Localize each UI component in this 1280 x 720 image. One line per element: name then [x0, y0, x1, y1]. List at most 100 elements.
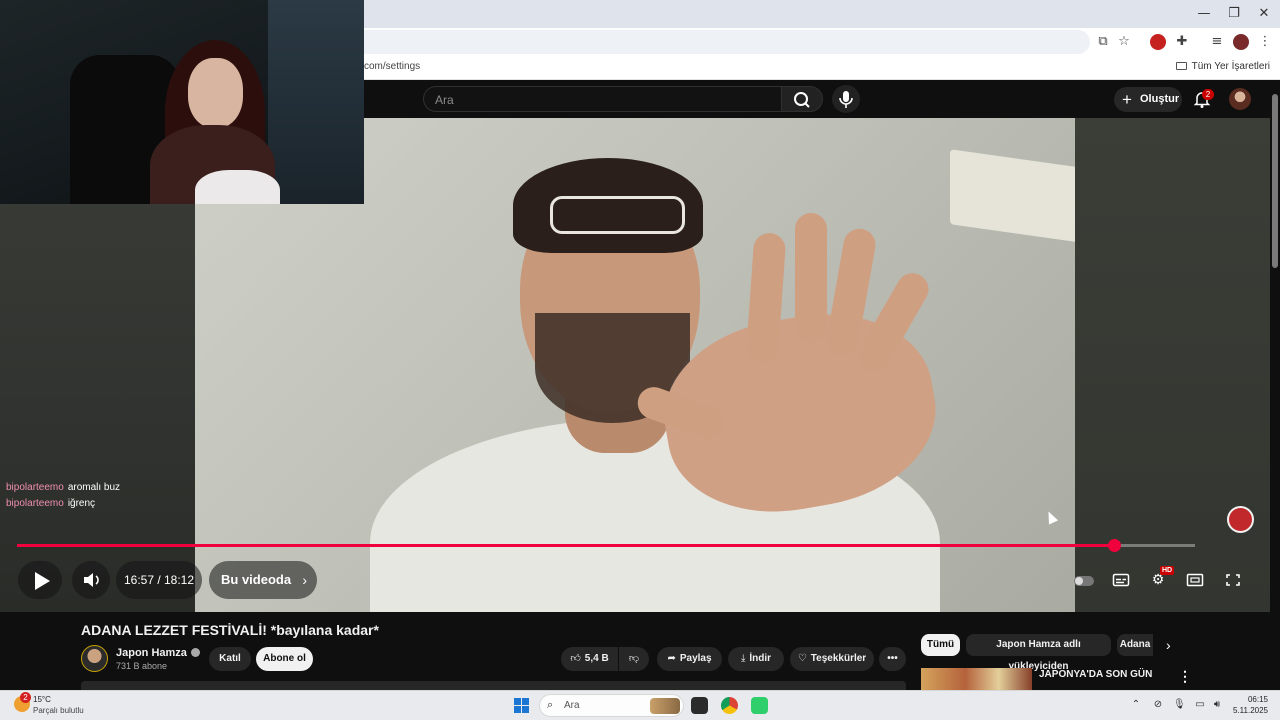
like-count: 5,4 B	[584, 653, 609, 664]
menu-kebab-icon[interactable]: ⋮	[1257, 34, 1273, 50]
search-icon: ⌕	[547, 698, 554, 711]
weather-alert-badge: 2	[20, 692, 31, 703]
minimize-button[interactable]: —	[1190, 4, 1218, 24]
search-icon	[794, 92, 810, 108]
progress-played	[17, 544, 1115, 547]
recommendation-thumbnail[interactable]	[921, 668, 1032, 690]
screen: — ❐ ✕ ⧉ ☆ ✚ ≡ ⋮ com/settings Tüm Yer İşa…	[0, 0, 1280, 720]
voice-search-button[interactable]	[832, 85, 860, 113]
clock-date: 5.11.2025	[1233, 706, 1268, 715]
subscribe-button[interactable]: Abone ol	[256, 647, 313, 671]
chevron-right-icon: ›	[302, 572, 307, 588]
account-avatar[interactable]	[1229, 88, 1251, 110]
display-icon[interactable]: ▭	[1194, 699, 1206, 711]
network-off-icon[interactable]: ⊘	[1152, 699, 1164, 711]
thanks-heart-icon: ♡	[797, 653, 807, 664]
folder-icon	[1175, 62, 1187, 70]
mute-button[interactable]	[72, 561, 110, 599]
media-control-icon[interactable]: ≡	[1209, 34, 1225, 50]
chat-message: bipolarteemo iğrenç	[6, 496, 120, 512]
thanks-button[interactable]: ♡ Teşekkürler	[790, 647, 874, 671]
more-actions-button[interactable]: •••	[879, 647, 906, 671]
progress-bar[interactable]	[17, 539, 1195, 552]
windows-logo-tile	[514, 698, 521, 705]
file-explorer-icon[interactable]	[691, 697, 708, 714]
clock-time: 06:15	[1247, 695, 1268, 704]
url-text: com/settings	[364, 61, 421, 72]
microphone-icon	[839, 91, 853, 108]
create-button[interactable]: + Oluştur	[1114, 87, 1182, 112]
page-scrollbar[interactable]	[1270, 80, 1280, 690]
profile-avatar-icon[interactable]	[1233, 34, 1249, 50]
taskbar-search-label: Ara	[564, 700, 580, 711]
finger	[795, 213, 827, 343]
chips-next-chevron-icon[interactable]: ›	[1166, 636, 1171, 654]
streamer-face	[188, 58, 243, 128]
extension-badge-icon[interactable]	[1150, 34, 1166, 50]
download-button[interactable]: ⤓ İndir	[728, 647, 784, 671]
autoplay-toggle[interactable]	[1074, 576, 1094, 586]
thumbs-down-icon: 👎︎	[628, 653, 640, 664]
chapter-button[interactable]: Bu videoda ›	[209, 561, 317, 599]
plus-icon: +	[1122, 90, 1132, 109]
microphone-icon[interactable]: 🎙︎	[1173, 699, 1186, 711]
subtitles-icon[interactable]	[1112, 572, 1130, 588]
video-title: ADANA LEZZET FESTİVALİ! *bayılana kadar*	[81, 622, 379, 638]
tray-overflow-chevron-icon[interactable]: ⌃	[1130, 699, 1142, 711]
progress-scrubber[interactable]	[1108, 539, 1122, 552]
speaker-icon[interactable]: 🔊︎	[1211, 699, 1223, 711]
chapter-label: Bu videoda	[221, 572, 292, 587]
video-frame-right	[1075, 118, 1270, 612]
channel-name[interactable]: Japon Hamza	[116, 647, 200, 659]
recommendation-title[interactable]: JAPONYA'DA SON GÜN	[1039, 669, 1152, 680]
streamer-blanket	[195, 170, 280, 204]
chat-message: bipolarteemo aromalı buz	[6, 480, 120, 496]
chip-all[interactable]: Tümü	[921, 634, 960, 656]
air-conditioner	[950, 149, 1075, 242]
play-icon	[35, 572, 50, 590]
search-highlight-image	[650, 698, 680, 714]
chrome-icon[interactable]	[721, 697, 738, 714]
all-bookmarks-button[interactable]: Tüm Yer İşaretleri	[1175, 61, 1270, 72]
start-button[interactable]	[514, 698, 530, 714]
share-button[interactable]: ➦ Paylaş	[657, 647, 722, 671]
like-button[interactable]: 👍︎ 5,4 B	[561, 647, 618, 671]
chat-username: bipolarteemo	[6, 482, 64, 493]
search-input[interactable]: Ara	[423, 86, 781, 112]
scrollbar-thumb[interactable]	[1272, 94, 1278, 268]
volume-icon	[84, 573, 99, 587]
join-button[interactable]: Katıl	[209, 647, 251, 671]
app-icon[interactable]	[751, 697, 768, 714]
hd-badge: HD	[1160, 566, 1175, 575]
dislike-button[interactable]: 👎︎	[619, 647, 649, 671]
thanks-label: Teşekkürler	[810, 653, 867, 664]
windows-logo-tile	[514, 706, 521, 713]
bookmark-star-icon[interactable]: ☆	[1116, 34, 1132, 50]
chip-adana[interactable]: Adana	[1117, 634, 1153, 656]
thumbs-up-icon: 👍︎	[570, 653, 581, 664]
channel-avatar[interactable]	[81, 645, 108, 672]
taskbar-search[interactable]: ⌕ Ara	[539, 694, 684, 717]
chip-from-uploader[interactable]: Japon Hamza adlı yükleyiciden	[966, 634, 1111, 672]
share-arrow-icon: ➦	[667, 653, 676, 664]
maximize-button[interactable]: ❐	[1220, 4, 1248, 24]
weather-description: Parçalı bulutlu	[33, 706, 84, 715]
weather-temperature: 15°C	[33, 695, 51, 704]
install-app-icon[interactable]: ⧉	[1095, 34, 1111, 50]
recommendation-menu-icon[interactable]: ⋮	[1178, 668, 1192, 685]
create-label: Oluştur	[1140, 93, 1180, 105]
channel-watermark[interactable]	[1227, 506, 1254, 533]
chat-text: iğrenç	[67, 498, 96, 509]
fullscreen-icon[interactable]	[1224, 572, 1242, 588]
extensions-puzzle-icon[interactable]: ✚	[1174, 34, 1190, 50]
system-clock[interactable]: 06:15 5.11.2025	[1232, 694, 1268, 716]
theater-mode-icon[interactable]	[1186, 572, 1204, 588]
close-button[interactable]: ✕	[1250, 4, 1278, 24]
search-button[interactable]	[781, 86, 823, 112]
subscriber-count: 731 B abone	[116, 661, 168, 671]
time-display: 16:57 / 18:12	[116, 561, 202, 599]
share-label: Paylaş	[679, 653, 712, 664]
search-placeholder: Ara	[435, 93, 454, 107]
webcam-overlay	[0, 0, 364, 204]
description-box[interactable]	[81, 681, 906, 690]
